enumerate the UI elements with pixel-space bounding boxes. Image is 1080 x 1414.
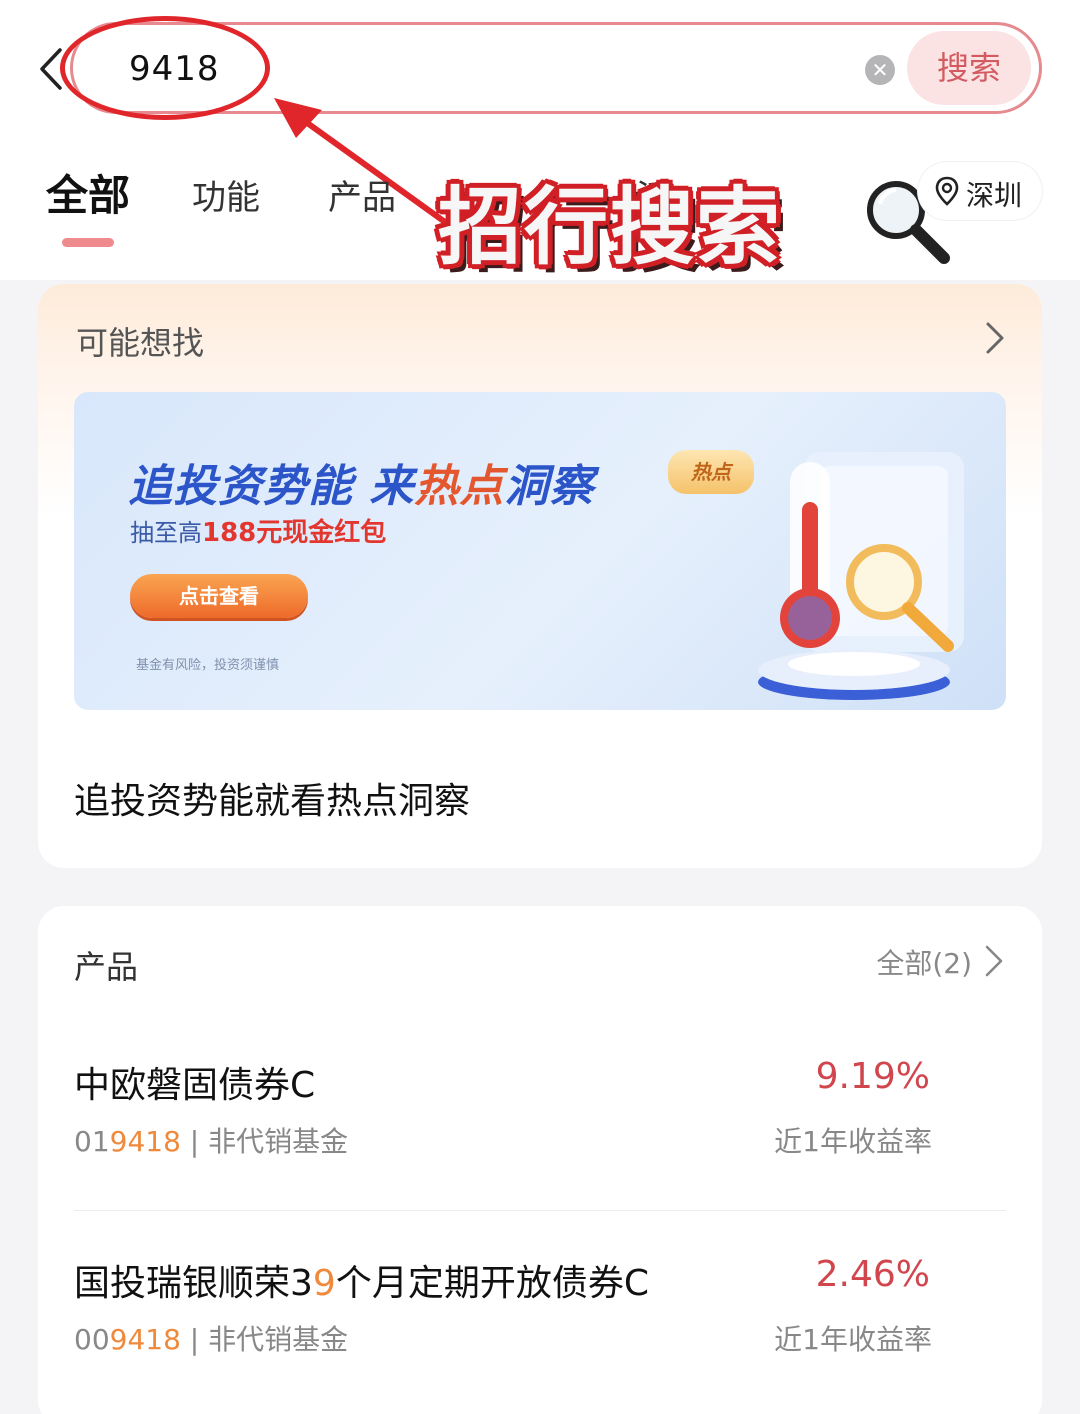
chevron-right-icon[interactable] bbox=[984, 944, 1004, 978]
suggestion-title: 可能想找 bbox=[76, 324, 205, 362]
product-row[interactable]: 国投瑞银顺荣39个月定期开放债券C 009418 | 非代销基金 2.46% 近… bbox=[38, 1254, 1042, 1414]
product-code: 009418 | 非代销基金 bbox=[74, 1318, 348, 1358]
banner-headline-hot: 热点 bbox=[414, 461, 505, 512]
hot-badge: 热点 bbox=[668, 450, 754, 494]
location-pin-icon bbox=[935, 176, 959, 206]
search-results-page: 9418 ✕ 搜索 全部 功能 产品 活 招行搜索 深圳 可能想找 追投资势能 … bbox=[0, 0, 1080, 1414]
tab-functions[interactable]: 功能 bbox=[192, 170, 260, 219]
product-code-prefix: 01 bbox=[74, 1125, 110, 1158]
product-tag: | 非代销基金 bbox=[180, 1323, 349, 1356]
product-code: 019418 | 非代销基金 bbox=[74, 1120, 348, 1160]
overlay-title: 招行搜索 bbox=[438, 178, 783, 276]
tab-all[interactable]: 全部 bbox=[46, 162, 130, 223]
product-name: 国投瑞银顺荣39个月定期开放债券C bbox=[74, 1254, 649, 1306]
promo-banner[interactable]: 追投资势能 来热点洞察 抽至高188元现金红包 点击查看 基金有风险，投资须谨慎 bbox=[74, 392, 1006, 710]
location-label: 深圳 bbox=[966, 179, 1023, 212]
chevron-right-icon[interactable] bbox=[984, 320, 1006, 356]
product-code-match: 9418 bbox=[109, 1323, 181, 1356]
annotation-circle bbox=[60, 16, 270, 120]
banner-subtitle-amount: 188元现金红包 bbox=[202, 518, 387, 548]
banner-subtitle: 抽至高188元现金红包 bbox=[130, 512, 386, 549]
product-code-prefix: 00 bbox=[74, 1323, 110, 1356]
product-return-label: 近1年收益率 bbox=[774, 1125, 932, 1158]
products-view-all[interactable]: 全部(2) bbox=[876, 942, 972, 982]
banner-cta-button[interactable]: 点击查看 bbox=[130, 574, 308, 618]
product-return-rate: 9.19% bbox=[815, 1056, 930, 1097]
product-name-part: 个月定期开放债券C bbox=[335, 1263, 649, 1304]
product-name-match: 9 bbox=[312, 1263, 336, 1304]
product-return-rate: 2.46% bbox=[815, 1254, 930, 1295]
banner-subtitle-prefix: 抽至高 bbox=[130, 519, 202, 547]
active-tab-indicator bbox=[62, 238, 114, 247]
product-tag: | 非代销基金 bbox=[180, 1125, 349, 1158]
suggestion-card: 可能想找 追投资势能 来热点洞察 抽至高188元现金红包 点击查看 基金有风险，… bbox=[38, 284, 1042, 868]
product-row[interactable]: 中欧磐固债券C 019418 | 非代销基金 9.19% 近1年收益率 bbox=[38, 1056, 1042, 1246]
products-section-title: 产品 bbox=[74, 948, 139, 986]
tab-products[interactable]: 产品 bbox=[328, 170, 396, 219]
product-name: 中欧磐固债券C bbox=[74, 1065, 316, 1106]
banner-headline-part: 洞察 bbox=[504, 461, 595, 512]
product-name-part: 国投瑞银顺荣3 bbox=[74, 1263, 313, 1304]
row-divider bbox=[74, 1210, 1006, 1211]
risk-disclaimer: 基金有风险，投资须谨慎 bbox=[136, 658, 280, 673]
product-return-label: 近1年收益率 bbox=[774, 1323, 932, 1356]
header: 9418 ✕ 搜索 全部 功能 产品 活 招行搜索 深圳 bbox=[0, 0, 1080, 280]
banner-headline: 追投资势能 来热点洞察 bbox=[128, 450, 594, 514]
clear-icon[interactable]: ✕ bbox=[865, 55, 895, 85]
suggestion-caption[interactable]: 追投资势能就看热点洞察 bbox=[74, 772, 470, 824]
location-selector[interactable]: 深圳 bbox=[918, 162, 1042, 220]
products-card: 产品 全部(2) 中欧磐固债券C 019418 | 非代销基金 9.19% 近1… bbox=[38, 906, 1042, 1414]
product-code-match: 9418 bbox=[109, 1125, 181, 1158]
search-button[interactable]: 搜索 bbox=[907, 31, 1031, 105]
banner-headline-part: 追投资势能 来 bbox=[128, 461, 415, 512]
